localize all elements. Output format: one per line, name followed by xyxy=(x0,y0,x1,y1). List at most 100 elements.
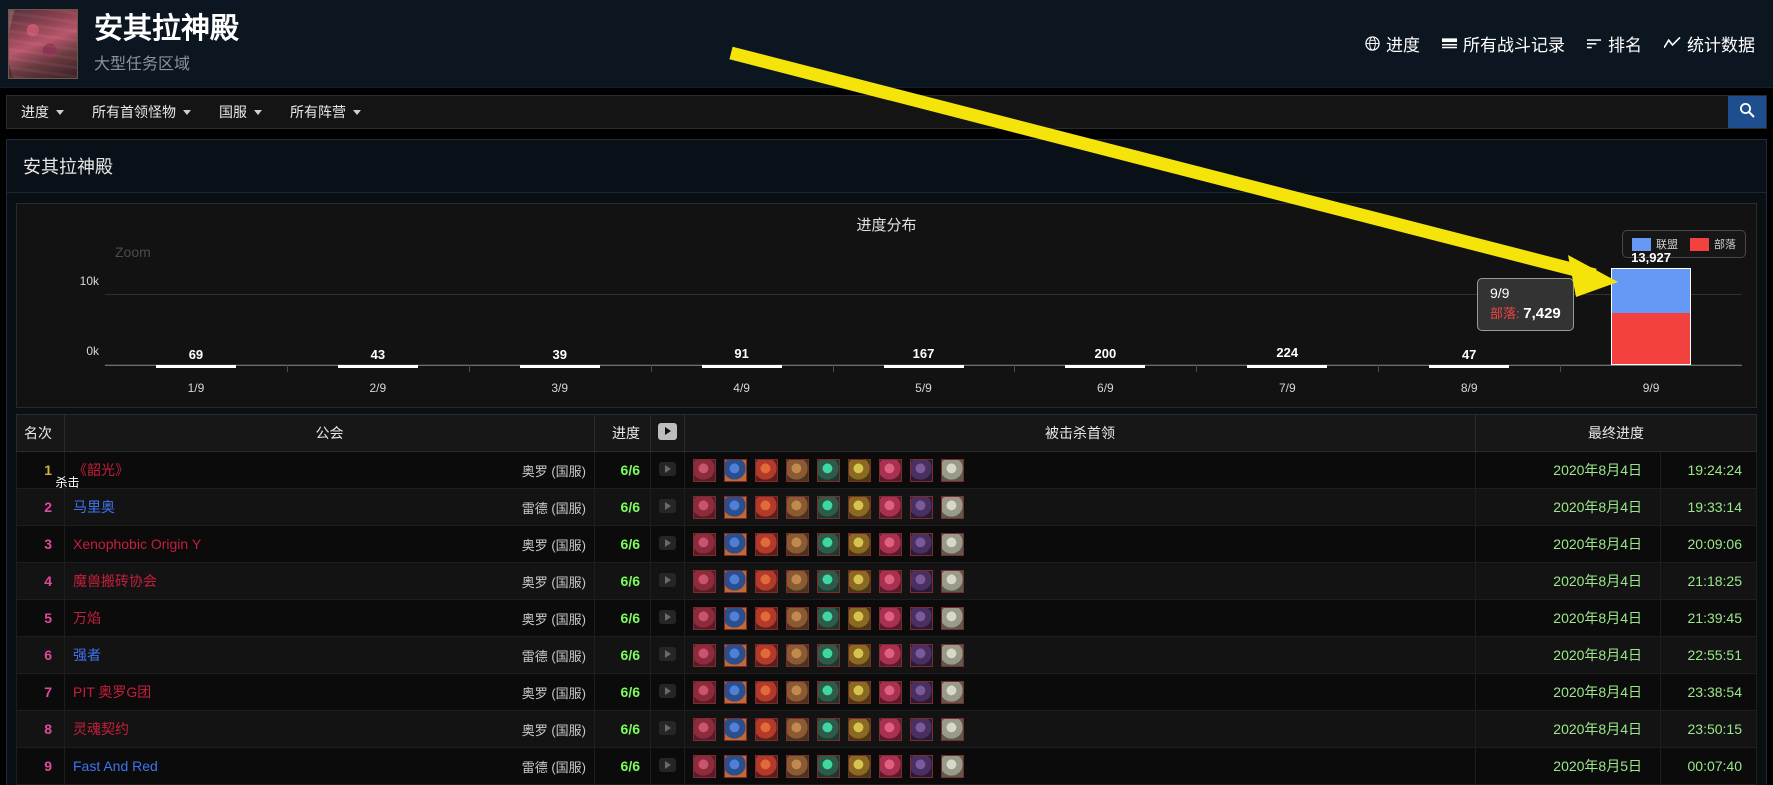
chart-bar[interactable] xyxy=(1611,268,1692,365)
boss-kill-icon[interactable] xyxy=(755,754,778,778)
boss-kill-icon[interactable] xyxy=(848,754,871,778)
th-guild[interactable]: 公会 xyxy=(64,414,595,452)
boss-kill-icon[interactable] xyxy=(879,532,902,556)
boss-kill-icon[interactable] xyxy=(693,458,716,482)
chart-zoom-label[interactable]: Zoom xyxy=(115,244,151,260)
boss-kill-icon[interactable] xyxy=(755,680,778,704)
boss-kill-icon[interactable] xyxy=(879,569,902,593)
boss-kill-icon[interactable] xyxy=(786,754,809,778)
table-row[interactable]: 9 Fast And Red 雷德 (国服) 6/6 2020年8月5日 00:07:40 xyxy=(16,747,1757,785)
boss-kill-icon[interactable] xyxy=(693,606,716,630)
th-final-progress[interactable]: 最终进度 xyxy=(1475,414,1757,452)
boss-kill-icon[interactable] xyxy=(910,495,933,519)
table-row[interactable]: 6 强者 雷德 (国服) 6/6 2020年8月4日 22:55:51 xyxy=(16,636,1757,674)
youtube-icon[interactable] xyxy=(659,498,676,513)
cell-youtube[interactable] xyxy=(650,636,685,674)
boss-kill-icon[interactable] xyxy=(910,532,933,556)
table-row[interactable]: 7 PIT 奥罗G团 奥罗 (国服) 6/6 2020年8月4日 23:38:54 xyxy=(16,673,1757,711)
nav-item-statistics[interactable]: 统计数据 xyxy=(1664,31,1755,56)
chart-bar-group[interactable]: 91 xyxy=(650,264,833,372)
boss-kill-icon[interactable] xyxy=(910,458,933,482)
table-row[interactable]: 1 《韶光》 奥罗 (国服) 6/6 2020年8月4日 19:24:24 xyxy=(16,451,1757,489)
youtube-icon[interactable] xyxy=(659,720,676,735)
boss-kill-icon[interactable] xyxy=(755,606,778,630)
boss-kill-icon[interactable] xyxy=(755,569,778,593)
chart-bar-group[interactable]: 224 xyxy=(1196,264,1378,372)
boss-kill-icon[interactable] xyxy=(693,754,716,778)
youtube-icon[interactable] xyxy=(659,535,676,550)
boss-kill-icon[interactable] xyxy=(693,680,716,704)
boss-kill-icon[interactable] xyxy=(879,643,902,667)
boss-kill-icon[interactable] xyxy=(786,495,809,519)
boss-kill-icon[interactable] xyxy=(693,532,716,556)
table-row[interactable]: 3 Xenophobic Origin Y 奥罗 (国服) 6/6 2020年8月4日 2… xyxy=(16,525,1757,563)
boss-kill-icon[interactable] xyxy=(724,532,747,556)
boss-kill-icon[interactable] xyxy=(724,606,747,630)
boss-kill-icon[interactable] xyxy=(941,606,964,630)
filter-faction[interactable]: 所有阵营 xyxy=(276,102,375,122)
th-rank[interactable]: 名次 xyxy=(16,414,65,452)
boss-kill-icon[interactable] xyxy=(848,643,871,667)
boss-kill-icon[interactable] xyxy=(755,495,778,519)
boss-kill-icon[interactable] xyxy=(817,606,840,630)
chart-bar-group[interactable]: 200 xyxy=(1014,264,1196,372)
guild-link[interactable]: Xenophobic Origin Y xyxy=(73,536,201,552)
boss-kill-icon[interactable] xyxy=(786,606,809,630)
boss-kill-icon[interactable] xyxy=(693,717,716,741)
guild-link[interactable]: 《韶光》 xyxy=(73,460,129,480)
chart-bar-group[interactable]: 13,927 xyxy=(1560,250,1742,372)
boss-kill-icon[interactable] xyxy=(848,606,871,630)
boss-kill-icon[interactable] xyxy=(910,643,933,667)
cell-youtube[interactable] xyxy=(650,673,685,711)
cell-youtube[interactable] xyxy=(650,599,685,637)
boss-kill-icon[interactable] xyxy=(879,754,902,778)
boss-kill-icon[interactable] xyxy=(755,643,778,667)
boss-kill-icon[interactable] xyxy=(817,458,840,482)
boss-kill-icon[interactable] xyxy=(817,569,840,593)
boss-kill-icon[interactable] xyxy=(910,569,933,593)
guild-link[interactable]: Fast And Red xyxy=(73,758,158,774)
boss-kill-icon[interactable] xyxy=(910,680,933,704)
th-progress[interactable]: 进度 xyxy=(594,414,651,452)
boss-kill-icon[interactable] xyxy=(941,458,964,482)
table-row[interactable]: 2 马里奥 雷德 (国服) 6/6 2020年8月4日 19:33:14 xyxy=(16,488,1757,526)
guild-link[interactable]: 万焰 xyxy=(73,608,101,628)
guild-link[interactable]: 灵魂契约 xyxy=(73,719,129,739)
boss-kill-icon[interactable] xyxy=(879,606,902,630)
boss-kill-icon[interactable] xyxy=(786,458,809,482)
boss-kill-icon[interactable] xyxy=(786,532,809,556)
boss-kill-icon[interactable] xyxy=(817,717,840,741)
boss-kill-icon[interactable] xyxy=(848,569,871,593)
boss-kill-icon[interactable] xyxy=(941,569,964,593)
boss-kill-icon[interactable] xyxy=(693,495,716,519)
boss-kill-icon[interactable] xyxy=(848,717,871,741)
boss-kill-icon[interactable] xyxy=(755,717,778,741)
boss-kill-icon[interactable] xyxy=(693,569,716,593)
boss-kill-icon[interactable] xyxy=(879,680,902,704)
nav-item-rankings[interactable]: 排名 xyxy=(1587,31,1642,56)
table-row[interactable]: 8 灵魂契约 奥罗 (国服) 6/6 2020年8月4日 23:50:15 xyxy=(16,710,1757,748)
boss-kill-icon[interactable] xyxy=(910,754,933,778)
boss-kill-icon[interactable] xyxy=(817,643,840,667)
cell-youtube[interactable] xyxy=(650,562,685,600)
filter-region[interactable]: 国服 xyxy=(205,102,276,122)
boss-kill-icon[interactable] xyxy=(817,532,840,556)
nav-item-all-logs[interactable]: 所有战斗记录 xyxy=(1442,31,1565,56)
boss-kill-icon[interactable] xyxy=(817,680,840,704)
cell-youtube[interactable] xyxy=(650,488,685,526)
boss-kill-icon[interactable] xyxy=(848,458,871,482)
table-row[interactable]: 4 魔兽搬砖协会 奥罗 (国服) 6/6 2020年8月4日 21:18:25 xyxy=(16,562,1757,600)
guild-link[interactable]: PIT 奥罗G团 xyxy=(73,682,151,702)
boss-kill-icon[interactable] xyxy=(724,643,747,667)
boss-kill-icon[interactable] xyxy=(817,495,840,519)
boss-kill-icon[interactable] xyxy=(724,680,747,704)
guild-link[interactable]: 魔兽搬砖协会 xyxy=(73,571,157,591)
boss-kill-icon[interactable] xyxy=(879,458,902,482)
cell-youtube[interactable] xyxy=(650,451,685,489)
boss-kill-icon[interactable] xyxy=(693,643,716,667)
boss-kill-icon[interactable] xyxy=(786,643,809,667)
th-bosses[interactable]: 被击杀首领 xyxy=(684,414,1476,452)
filter-all-bosses[interactable]: 所有首领怪物 xyxy=(78,102,205,122)
youtube-icon[interactable] xyxy=(659,646,676,661)
boss-kill-icon[interactable] xyxy=(941,754,964,778)
